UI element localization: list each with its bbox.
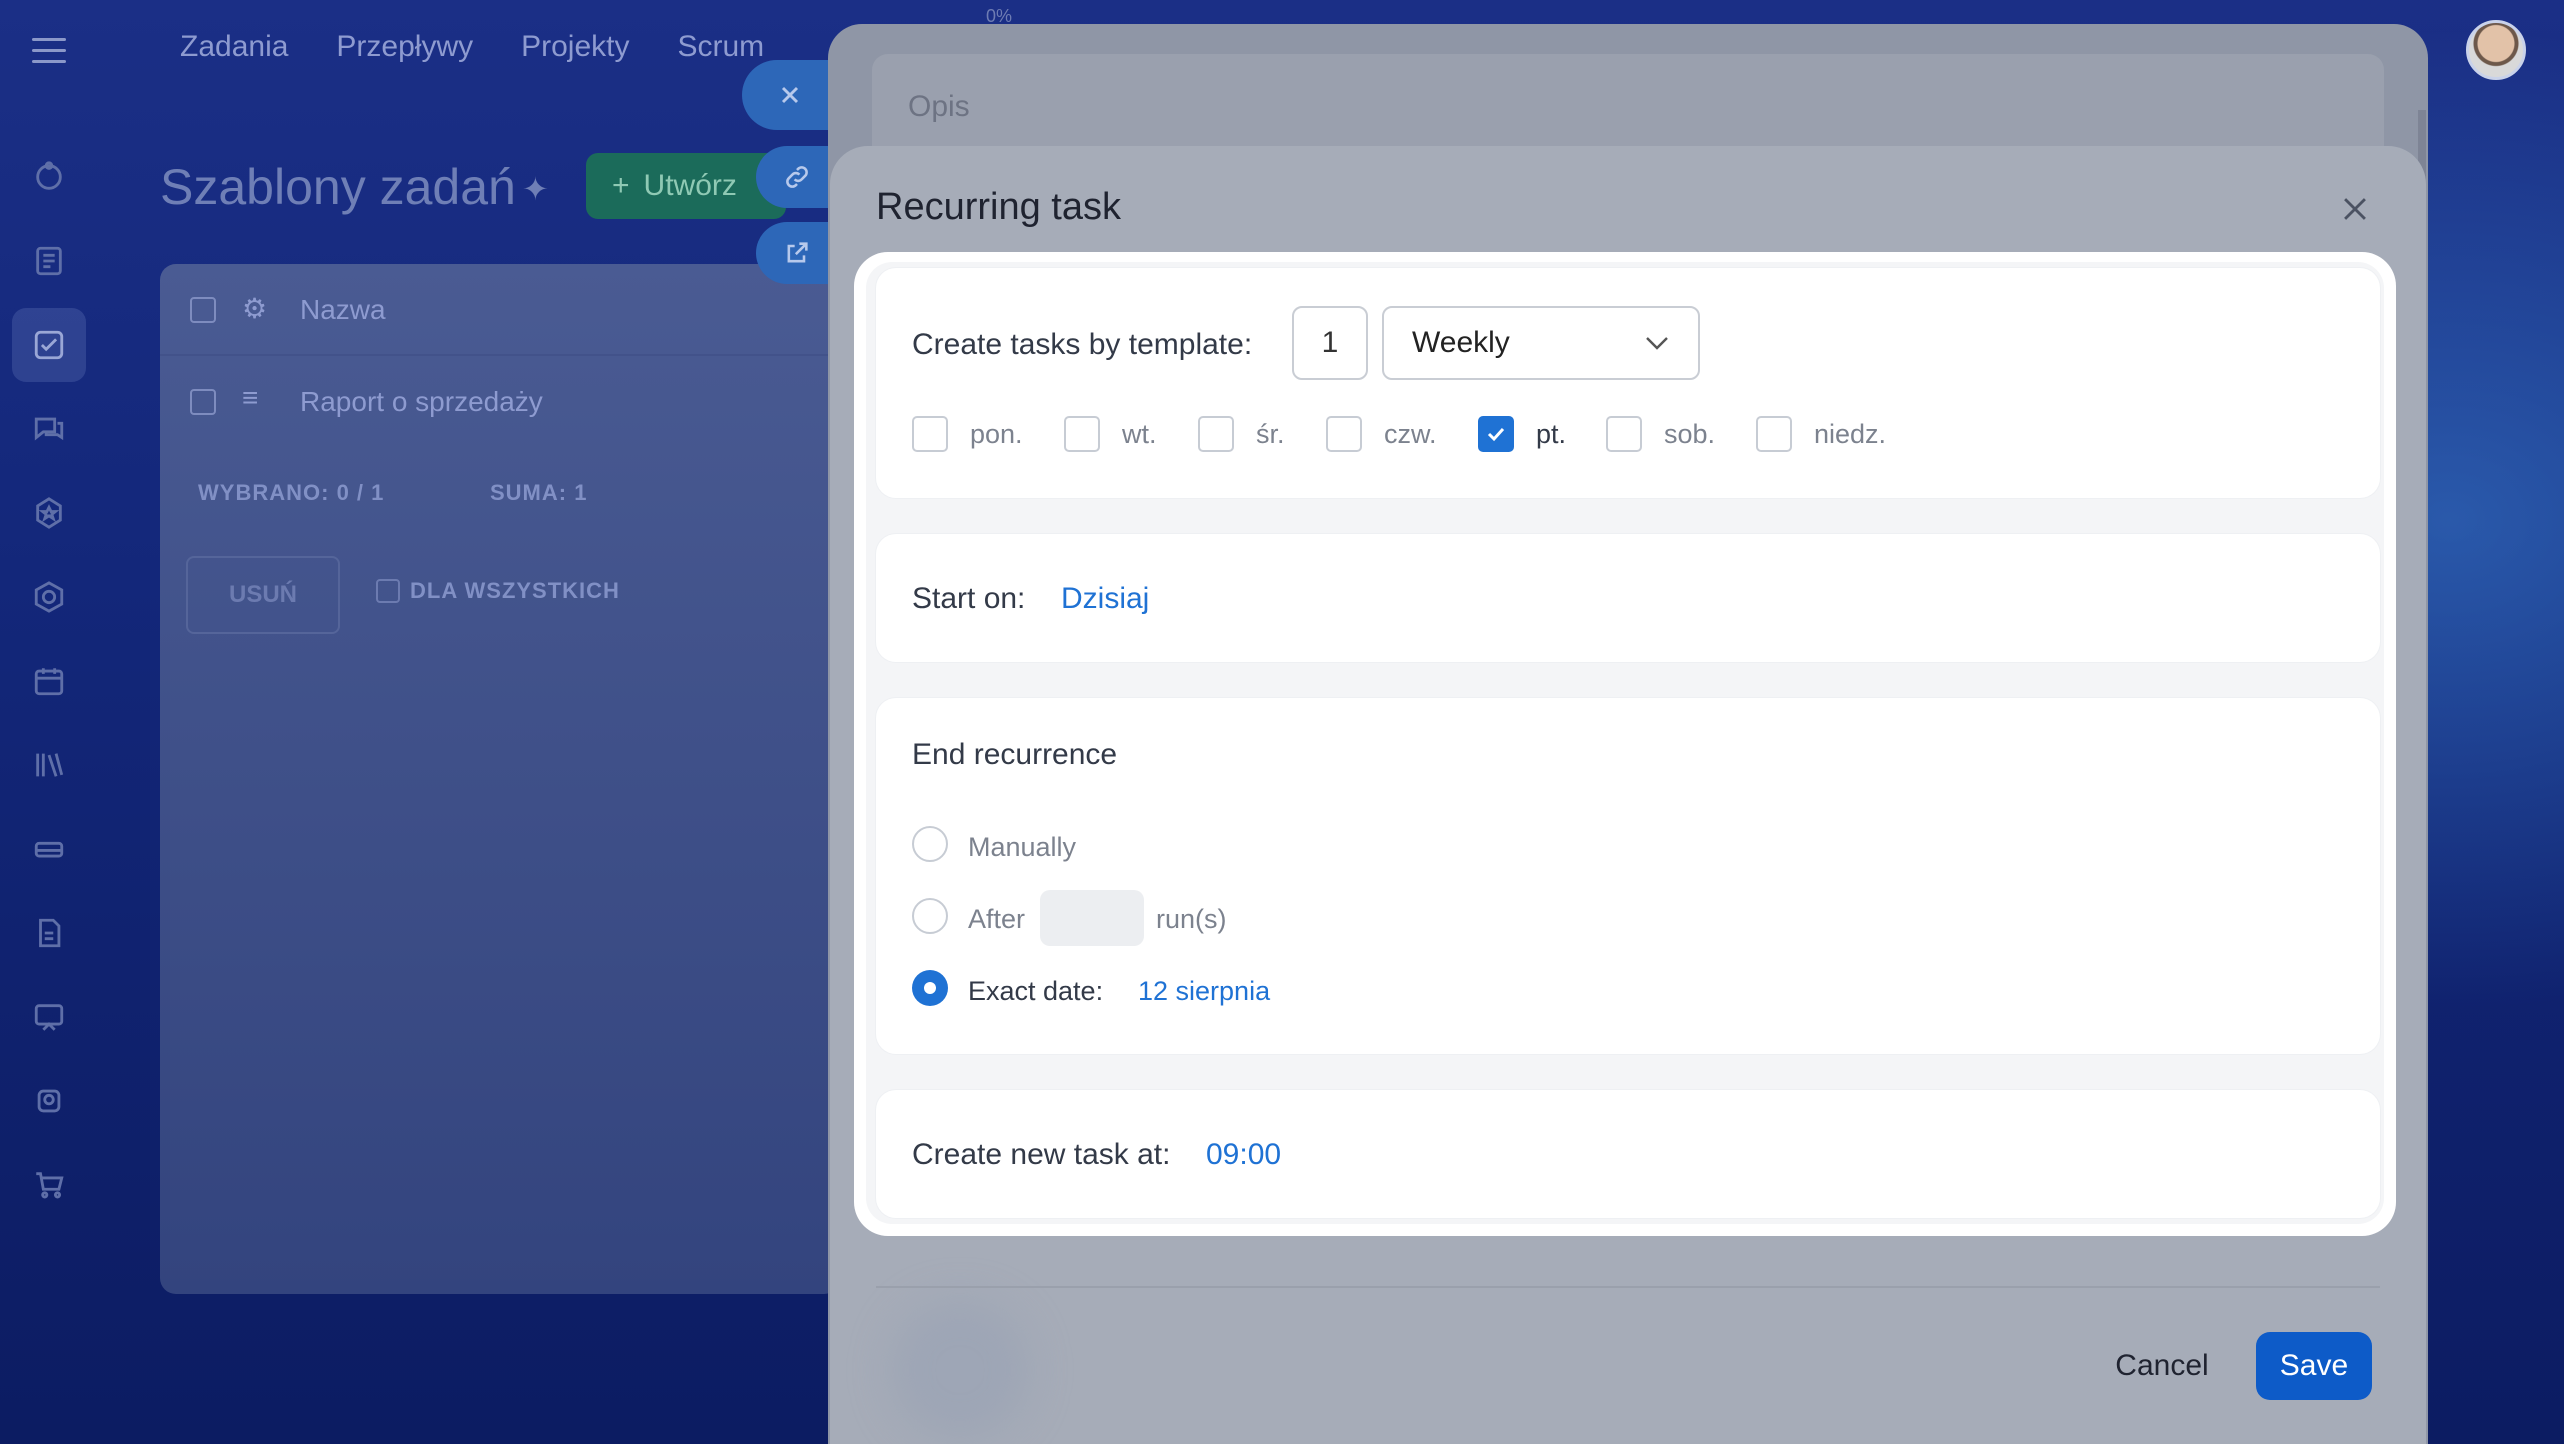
after-label[interactable]: After — [968, 904, 1025, 935]
dialog-title: Recurring task — [876, 186, 1121, 228]
hexagon-icon — [34, 581, 64, 613]
checkbox[interactable] — [912, 416, 948, 452]
create-button[interactable]: + Utwórz — [586, 153, 786, 219]
manually-label[interactable]: Manually — [968, 832, 1076, 863]
nav-item-zadania[interactable]: Zadania — [180, 30, 288, 64]
day-checkbox-pon[interactable]: pon. — [912, 416, 1023, 452]
row-checkbox[interactable] — [190, 389, 216, 415]
close-icon[interactable] — [2338, 192, 2372, 226]
sidebar-item-inventory[interactable] — [12, 812, 86, 886]
sidebar-item-chat[interactable] — [12, 392, 86, 466]
board-icon — [34, 1004, 64, 1031]
time-label: Create new task at: — [912, 1138, 1171, 1171]
sidebar-item-tasks[interactable] — [12, 308, 86, 382]
feed-icon — [36, 161, 62, 190]
star-badge-icon — [36, 497, 62, 529]
checkbox[interactable] — [1756, 416, 1792, 452]
plus-icon: + — [612, 169, 630, 202]
check-icon — [1487, 427, 1505, 442]
exact-date-label[interactable]: Exact date: — [968, 976, 1103, 1007]
sidebar-item-boards[interactable] — [12, 980, 86, 1054]
day-checkbox-pt[interactable]: pt. — [1478, 416, 1566, 452]
radio-manually[interactable] — [912, 826, 948, 862]
checkbox[interactable] — [1606, 416, 1642, 452]
left-sidebar — [0, 120, 100, 1444]
sidebar-item-calendar[interactable] — [12, 644, 86, 718]
checkbox[interactable] — [1198, 416, 1234, 452]
save-button[interactable]: Save — [2256, 1332, 2372, 1400]
nav-item-scrum[interactable]: Scrum — [678, 30, 765, 64]
select-all-checkbox[interactable] — [190, 297, 216, 323]
nav-item-przeplywy[interactable]: Przepływy — [336, 30, 473, 64]
delete-button[interactable]: USUŃ — [186, 556, 340, 634]
runs-count-input[interactable] — [1040, 890, 1144, 946]
external-link-icon — [787, 242, 808, 263]
frequency-value: Weekly — [1412, 326, 1510, 359]
radio-exact-date[interactable] — [912, 970, 948, 1006]
close-slider-button[interactable] — [742, 60, 838, 130]
chevron-down-icon — [1646, 337, 1668, 350]
templates-table: ⚙ Nazwa ≡ Raport o sprzedaży WYBRANO: 0 … — [160, 264, 840, 1294]
sidebar-item-docs[interactable] — [12, 224, 86, 298]
cancel-button[interactable]: Cancel — [2104, 1336, 2220, 1396]
selected-count: WYBRANO: 0 / 1 — [198, 480, 385, 505]
puzzle-icon — [37, 1089, 61, 1113]
checkbox-checked[interactable] — [1478, 416, 1514, 452]
sidebar-item-crm[interactable] — [12, 476, 86, 550]
radio-after[interactable] — [912, 898, 948, 934]
nav-item-projekty[interactable]: Projekty — [521, 30, 629, 64]
sidebar-item-feed[interactable] — [12, 140, 86, 214]
sidebar-item-library[interactable] — [12, 728, 86, 802]
template-label: Create tasks by template: — [912, 328, 1253, 361]
chat-icon — [34, 417, 64, 441]
decorative-blur — [890, 1300, 1030, 1440]
books-icon — [36, 753, 64, 777]
time-link[interactable]: 09:00 — [1206, 1138, 1281, 1172]
day-checkbox-wt[interactable]: wt. — [1064, 416, 1157, 452]
sidebar-item-files[interactable] — [12, 896, 86, 970]
sidebar-item-market[interactable] — [12, 1064, 86, 1138]
frequency-select[interactable]: Weekly — [1382, 306, 1700, 380]
page-title: Szablony zadań — [160, 159, 516, 215]
day-checkbox-niedz[interactable]: niedz. — [1756, 416, 1886, 452]
link-icon — [786, 166, 808, 188]
template-frequency-section — [876, 268, 2380, 498]
for-all-checkbox[interactable]: DLA WSZYSTKICH — [376, 578, 620, 604]
top-navigation: Zadania Przepływy Projekty Scrum — [180, 30, 764, 64]
row-menu-icon[interactable]: ≡ — [242, 382, 258, 414]
start-date-link[interactable]: Dzisiaj — [1061, 582, 1149, 616]
checkbox[interactable] — [1064, 416, 1100, 452]
cart-icon — [36, 1172, 64, 1199]
runs-label: run(s) — [1156, 904, 1227, 934]
footer-divider — [876, 1286, 2380, 1288]
close-icon — [781, 86, 799, 104]
day-checkbox-sob[interactable]: sob. — [1606, 416, 1715, 452]
sidebar-item-sites[interactable] — [12, 560, 86, 634]
checkbox[interactable] — [1326, 416, 1362, 452]
end-recurrence-title: End recurrence — [912, 738, 1118, 771]
file-icon — [39, 918, 61, 948]
copy-link-button[interactable] — [756, 146, 838, 208]
start-label: Start on: — [912, 582, 1026, 615]
menu-icon[interactable] — [32, 38, 66, 64]
interval-input[interactable]: 1 — [1292, 306, 1368, 380]
calendar-icon — [34, 668, 64, 696]
sofa-icon — [34, 841, 64, 858]
day-checkbox-czw[interactable]: czw. — [1326, 416, 1437, 452]
sum-count: SUMA: 1 — [490, 480, 588, 505]
gear-icon[interactable]: ⚙ — [242, 292, 267, 325]
task-check-icon — [34, 330, 64, 360]
column-header-name[interactable]: Nazwa — [300, 294, 386, 326]
day-checkbox-sr[interactable]: śr. — [1198, 416, 1285, 452]
user-avatar[interactable] — [2466, 20, 2526, 80]
open-new-window-button[interactable] — [756, 222, 838, 284]
exact-date-link[interactable]: 12 sierpnia — [1138, 976, 1270, 1007]
sidebar-item-shop[interactable] — [12, 1148, 86, 1222]
pin-icon[interactable]: ✦ — [522, 170, 549, 208]
document-icon — [36, 246, 62, 276]
table-row-name[interactable]: Raport o sprzedaży — [300, 386, 543, 418]
create-label: Utwórz — [643, 169, 737, 202]
table-header: ⚙ Nazwa — [160, 264, 840, 356]
